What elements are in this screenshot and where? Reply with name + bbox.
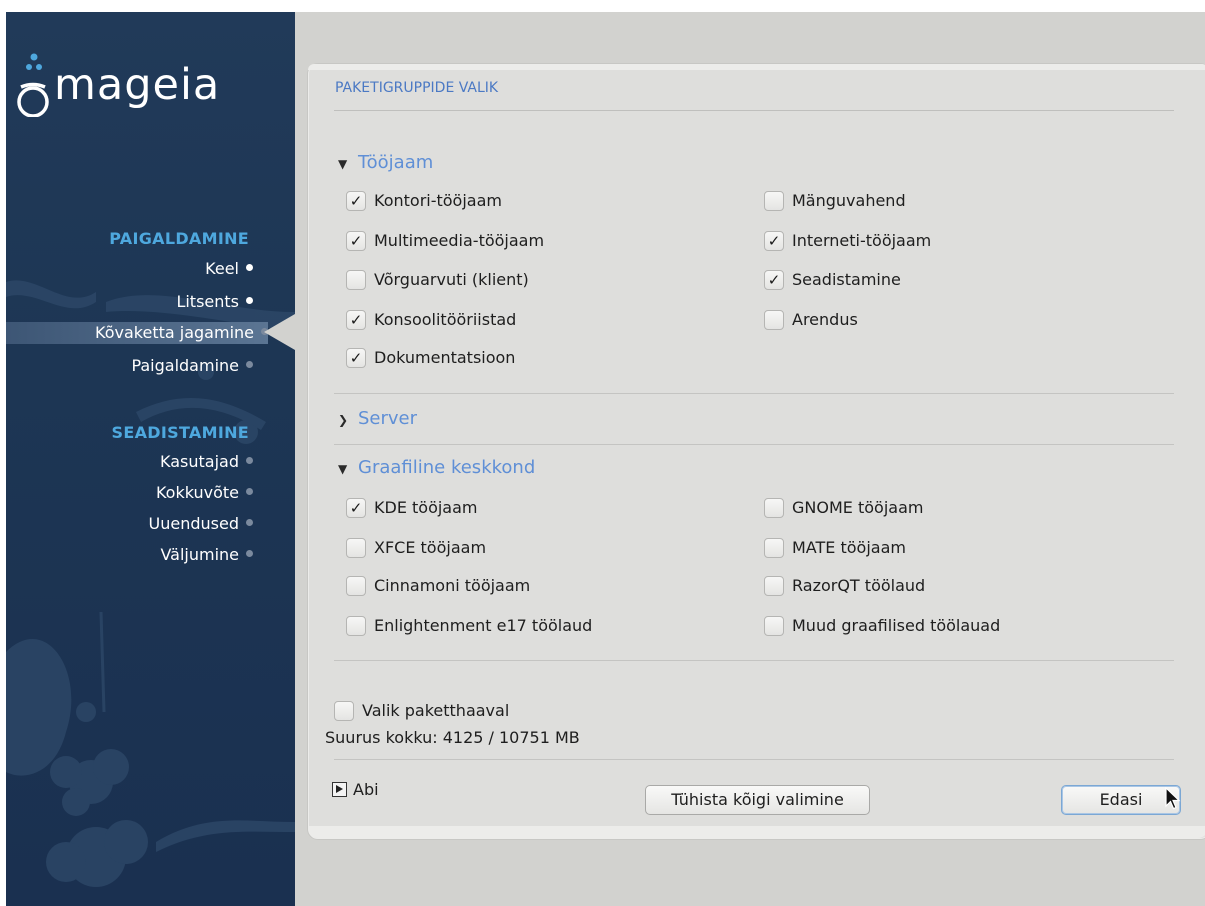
step-done-icon (246, 297, 253, 304)
checkbox-unchecked-icon[interactable] (334, 700, 354, 721)
footer-divider (334, 759, 1174, 760)
checkbox-kde[interactable]: ✓ KDE tööjaam (346, 496, 478, 520)
checkbox-documentation[interactable]: ✓ Dokumentatsioon (346, 346, 515, 370)
checkbox-cinnamon[interactable]: Cinnamoni tööjaam (346, 574, 530, 598)
panel-top-edge (308, 64, 1205, 70)
sidebar-item-partitioning: Kõvaketta jagamine (6, 322, 268, 344)
total-size-label: Suurus kokku: 4125 / 10751 MB (325, 728, 580, 747)
checkbox-unchecked-icon[interactable] (346, 575, 366, 596)
checkbox-unchecked-icon[interactable] (764, 497, 784, 518)
sidebar-item-kokkuvote: Kokkuvõte (156, 482, 253, 504)
mageia-logo-icon (17, 53, 49, 117)
checkbox-individual-package-selection[interactable]: Valik paketthaaval (334, 699, 509, 723)
group-header-server[interactable]: ❯ Server (338, 407, 417, 431)
step-pending-icon (246, 361, 253, 368)
checkbox-enlightenment[interactable]: Enlightenment e17 töölaud (346, 614, 592, 638)
checkbox-network-computer[interactable]: Võrguarvuti (klient) (346, 268, 529, 292)
step-pending-icon (246, 519, 253, 526)
panel-bottom-edge (308, 826, 1205, 838)
sidebar-item-kasutajad: Kasutajad (160, 451, 253, 473)
mageia-logo-text: mageia (54, 60, 221, 110)
sidebar-section-configure: SEADISTAMINE (111, 423, 249, 442)
title-divider (334, 110, 1174, 111)
sidebar-item-keel: Keel (205, 258, 253, 280)
group-divider (334, 393, 1174, 394)
help-expander[interactable]: Abi (332, 778, 379, 802)
checkbox-configuration[interactable]: ✓ Seadistamine (764, 268, 901, 292)
page-title: PAKETIGRUPPIDE VALIK (335, 80, 499, 96)
checkbox-unchecked-icon[interactable] (764, 615, 784, 636)
checkbox-checked-icon[interactable]: ✓ (764, 269, 784, 290)
checkbox-mate[interactable]: MATE tööjaam (764, 536, 906, 560)
sidebar-item-paigaldamine: Paigaldamine (131, 355, 253, 377)
sidebar: mageia PAIGALDAMINE Keel Litsents Kõvake… (6, 12, 295, 906)
checkbox-console-tools[interactable]: ✓ Konsoolitööriistad (346, 308, 516, 332)
checkbox-gnome[interactable]: GNOME tööjaam (764, 496, 923, 520)
deselect-all-button[interactable]: Tühista kõigi valimine (645, 785, 870, 815)
checkbox-unchecked-icon[interactable] (346, 615, 366, 636)
step-pending-icon (246, 488, 253, 495)
chevron-down-icon: ▼ (338, 462, 348, 476)
checkbox-xfce[interactable]: XFCE tööjaam (346, 536, 486, 560)
checkbox-checked-icon[interactable]: ✓ (346, 190, 366, 211)
checkbox-checked-icon[interactable]: ✓ (346, 309, 366, 330)
sidebar-item-uuendused: Uuendused (149, 513, 253, 535)
step-done-icon (246, 264, 253, 271)
checkbox-checked-icon[interactable]: ✓ (346, 497, 366, 518)
sidebar-item-litsents: Litsents (176, 291, 253, 313)
checkbox-internet-workstation[interactable]: ✓ Interneti-tööjaam (764, 229, 931, 253)
checkbox-checked-icon[interactable]: ✓ (764, 230, 784, 251)
group-header-graphical-environment[interactable]: ▼ Graafiline keskkond (338, 456, 535, 480)
group-divider (334, 660, 1174, 661)
step-pending-icon (246, 457, 253, 464)
checkbox-office-workstation[interactable]: ✓ Kontori-tööjaam (346, 189, 502, 213)
expand-triangle-icon (332, 782, 347, 797)
sidebar-item-valjumine: Väljumine (160, 544, 253, 566)
checkbox-development[interactable]: Arendus (764, 308, 858, 332)
checkbox-unchecked-icon[interactable] (764, 190, 784, 211)
checkbox-checked-icon[interactable]: ✓ (346, 230, 366, 251)
checkbox-razorqt[interactable]: RazorQT töölaud (764, 574, 925, 598)
checkbox-game-station[interactable]: Mänguvahend (764, 189, 906, 213)
next-button[interactable]: Edasi (1061, 785, 1181, 815)
checkbox-unchecked-icon[interactable] (346, 537, 366, 558)
group-divider (334, 444, 1174, 445)
mouse-cursor-icon (1165, 787, 1181, 810)
checkbox-multimedia-workstation[interactable]: ✓ Multimeedia-tööjaam (346, 229, 544, 253)
chevron-right-icon: ❯ (338, 413, 349, 427)
sidebar-section-install: PAIGALDAMINE (109, 229, 249, 248)
current-step-pointer (264, 314, 295, 350)
step-pending-icon (246, 550, 253, 557)
chevron-down-icon: ▼ (338, 157, 348, 171)
checkbox-other-desktops[interactable]: Muud graafilised töölauad (764, 614, 1000, 638)
checkbox-unchecked-icon[interactable] (764, 537, 784, 558)
group-header-workstation[interactable]: ▼ Tööjaam (338, 151, 433, 175)
checkbox-unchecked-icon[interactable] (346, 269, 366, 290)
checkbox-unchecked-icon[interactable] (764, 309, 784, 330)
checkbox-checked-icon[interactable]: ✓ (346, 347, 366, 368)
checkbox-unchecked-icon[interactable] (764, 575, 784, 596)
